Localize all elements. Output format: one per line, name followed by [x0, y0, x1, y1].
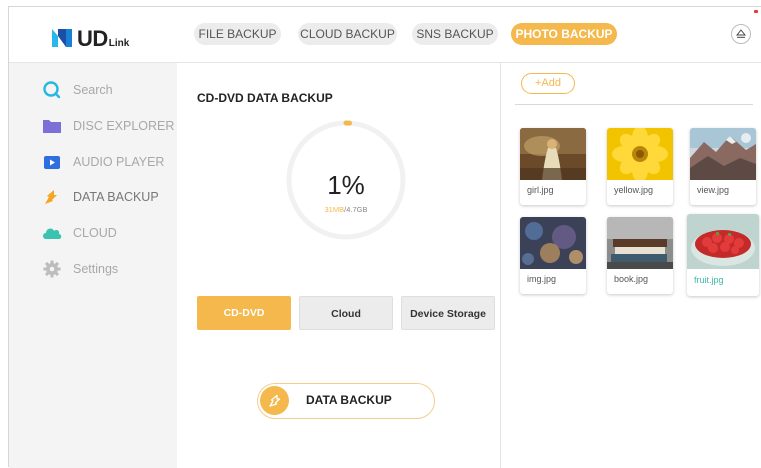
photo-thumb-book[interactable]: book.jpg: [607, 217, 673, 294]
backup-arrow-icon: [260, 386, 289, 415]
cloud-icon: [41, 223, 63, 243]
folder-icon: [41, 116, 63, 136]
app-window: UD Link FILE BACKUP CLOUD BACKUP SNS BAC…: [8, 6, 761, 468]
notification-dot: [754, 10, 758, 13]
progress-percent: 1%: [327, 170, 365, 200]
add-photo-button[interactable]: +Add: [521, 73, 575, 94]
sidebar-item-label: CLOUD: [73, 226, 117, 240]
photo-thumb-yellow[interactable]: yellow.jpg: [607, 128, 673, 205]
sidebar-item-label: DATA BACKUP: [73, 190, 159, 204]
photo-img-image: [520, 217, 586, 269]
tab-sns-backup[interactable]: SNS BACKUP: [412, 23, 498, 45]
capacity-readout: 31MB/4.7GB: [285, 205, 407, 214]
photo-girl-image: [520, 128, 586, 180]
page-title: CD-DVD DATA BACKUP: [197, 91, 333, 105]
photo-yellow-image: [607, 128, 673, 180]
sidebar-item-audio-player[interactable]: AUDIO PLAYER: [41, 152, 164, 172]
udlink-logo: UD Link: [49, 22, 129, 50]
eject-icon: [736, 29, 746, 38]
data-backup-button[interactable]: DATA BACKUP: [257, 383, 435, 419]
sidebar: Search DISC EXPLORER AUDIO PLAYER DATA B…: [9, 63, 177, 468]
data-backup-label: DATA BACKUP: [306, 393, 392, 407]
sidebar-item-settings[interactable]: Settings: [41, 259, 118, 279]
sidebar-item-cloud[interactable]: CLOUD: [41, 223, 117, 243]
photo-filename: book.jpg: [614, 274, 649, 284]
target-cloud-button[interactable]: Cloud: [299, 296, 393, 330]
sidebar-item-disc-explorer[interactable]: DISC EXPLORER: [41, 116, 174, 136]
target-device-storage-button[interactable]: Device Storage: [401, 296, 495, 330]
gear-icon: [41, 259, 63, 279]
sidebar-item-label: AUDIO PLAYER: [73, 155, 165, 169]
photo-thumb-view[interactable]: view.jpg: [690, 128, 756, 205]
top-bar: UD Link FILE BACKUP CLOUD BACKUP SNS BAC…: [9, 7, 761, 63]
photo-book-image: [607, 217, 673, 269]
backup-panel: CD-DVD DATA BACKUP 1% 31MB/4.7GB CD-DVD …: [177, 63, 501, 468]
eject-button[interactable]: [731, 24, 751, 44]
tab-file-backup[interactable]: FILE BACKUP: [194, 23, 281, 45]
target-cd-dvd-button[interactable]: CD-DVD: [197, 296, 291, 330]
photo-filename: fruit.jpg: [694, 275, 724, 285]
photo-thumb-img[interactable]: img.jpg: [520, 217, 586, 294]
capacity-used: 31MB: [324, 205, 345, 214]
sidebar-item-label: Settings: [73, 262, 119, 276]
udlink-logo-mark-icon: [52, 29, 72, 47]
photo-fruit-image: [687, 214, 759, 269]
capacity-total: /4.7GB: [344, 205, 368, 214]
backup-arrow-icon: [41, 187, 63, 207]
sidebar-item-data-backup[interactable]: DATA BACKUP: [41, 187, 159, 207]
photo-filename: girl.jpg: [527, 185, 554, 195]
sidebar-item-label: Search: [73, 83, 113, 97]
sidebar-item-search[interactable]: Search: [41, 80, 113, 100]
play-icon: [41, 152, 63, 172]
logo-text: UD: [77, 26, 108, 51]
sidebar-item-label: DISC EXPLORER: [73, 119, 175, 133]
photo-filename: view.jpg: [697, 185, 730, 195]
photo-filename: yellow.jpg: [614, 185, 654, 195]
photo-thumb-girl[interactable]: girl.jpg: [520, 128, 586, 205]
tab-cloud-backup[interactable]: CLOUD BACKUP: [298, 23, 397, 45]
logo-subtext: Link: [108, 38, 130, 49]
tab-photo-backup[interactable]: PHOTO BACKUP: [511, 23, 617, 45]
photo-thumb-fruit[interactable]: fruit.jpg: [687, 214, 759, 296]
photo-view-image: [690, 128, 756, 180]
divider: [515, 104, 753, 105]
photo-panel: +Add girl.jpg yellow.jpg view.jpg img.jp…: [501, 63, 761, 468]
photo-filename: img.jpg: [527, 274, 557, 284]
search-icon: [41, 80, 63, 100]
